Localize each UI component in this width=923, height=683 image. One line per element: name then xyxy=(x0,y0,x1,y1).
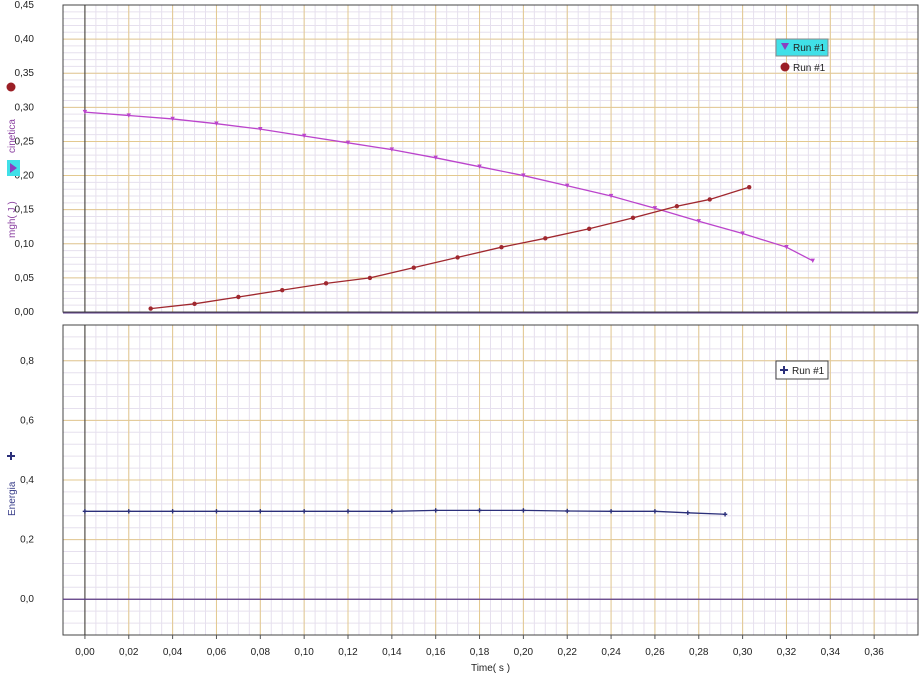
x-tick-label: 0,28 xyxy=(689,647,709,658)
y-axis-label-part: mgh( J ) xyxy=(7,201,18,238)
x-tick-label: 0,34 xyxy=(821,647,841,658)
x-tick-label: 0,06 xyxy=(207,647,227,658)
x-tick-label: 0,22 xyxy=(557,647,577,658)
x-tick-label: 0,26 xyxy=(645,647,665,658)
circle-icon xyxy=(6,82,16,92)
x-tick-label: 0,04 xyxy=(163,647,183,658)
x-tick-label: 0,00 xyxy=(75,647,95,658)
bottom-y-tick-label: 0,4 xyxy=(20,475,34,486)
data-point xyxy=(499,244,504,250)
x-tick-label: 0,32 xyxy=(777,647,797,658)
bottom-y-tick-label: 0,2 xyxy=(20,535,34,546)
y-axis-label-text: Energia xyxy=(7,481,18,516)
data-point xyxy=(543,236,548,241)
x-tick-label: 0,18 xyxy=(470,647,490,658)
top-y-tick-label: 0,30 xyxy=(15,102,35,113)
data-point xyxy=(367,275,373,281)
data-point xyxy=(707,197,712,202)
legend-label: Run #1 xyxy=(793,43,826,54)
x-tick-label: 0,08 xyxy=(251,647,271,658)
circle-icon xyxy=(780,62,790,72)
chart-root: 0,000,050,100,150,200,250,300,350,400,45… xyxy=(0,0,923,683)
data-point xyxy=(674,204,680,209)
x-tick-label: 0,20 xyxy=(514,647,534,658)
data-point xyxy=(323,281,329,286)
x-tick-label: 0,30 xyxy=(733,647,753,658)
x-tick-label: 0,24 xyxy=(601,647,621,658)
x-tick-label: 0,12 xyxy=(338,647,358,658)
y-axis-label-part: cinetica xyxy=(7,119,18,153)
data-point xyxy=(280,287,285,293)
top-y-tick-label: 0,40 xyxy=(15,34,35,45)
bottom-y-tick-label: 0,6 xyxy=(20,415,34,426)
data-point xyxy=(236,294,241,300)
top-y-tick-label: 0,35 xyxy=(15,68,35,79)
x-axis-title: Time( s ) xyxy=(471,663,510,674)
top-y-tick-label: 0,00 xyxy=(15,307,35,318)
top-y-tick-label: 0,45 xyxy=(15,0,35,11)
top-y-tick-label: 0,05 xyxy=(15,273,35,284)
data-point xyxy=(192,301,197,307)
x-tick-label: 0,16 xyxy=(426,647,446,658)
x-tick-label: 0,14 xyxy=(382,647,402,658)
x-tick-label: 0,36 xyxy=(864,647,884,658)
bottom-y-tick-label: 0,8 xyxy=(20,356,34,367)
bottom-legend[interactable]: Run #1 xyxy=(775,360,829,380)
data-point xyxy=(630,215,636,221)
x-tick-label: 0,10 xyxy=(294,647,314,658)
data-point xyxy=(455,255,460,260)
top-legend[interactable]: Run #1 Run #1 xyxy=(775,38,829,74)
page-background xyxy=(0,0,923,683)
data-point xyxy=(148,306,153,311)
legend-label: Run #1 xyxy=(792,366,825,377)
data-point xyxy=(746,184,752,190)
legend-label: Run #1 xyxy=(793,63,826,74)
data-point xyxy=(586,226,592,231)
bottom-y-tick-label: 0,0 xyxy=(20,594,34,605)
top-y-tick-label: 0,10 xyxy=(15,239,35,250)
x-tick-label: 0,02 xyxy=(119,647,139,658)
data-point xyxy=(411,265,416,270)
